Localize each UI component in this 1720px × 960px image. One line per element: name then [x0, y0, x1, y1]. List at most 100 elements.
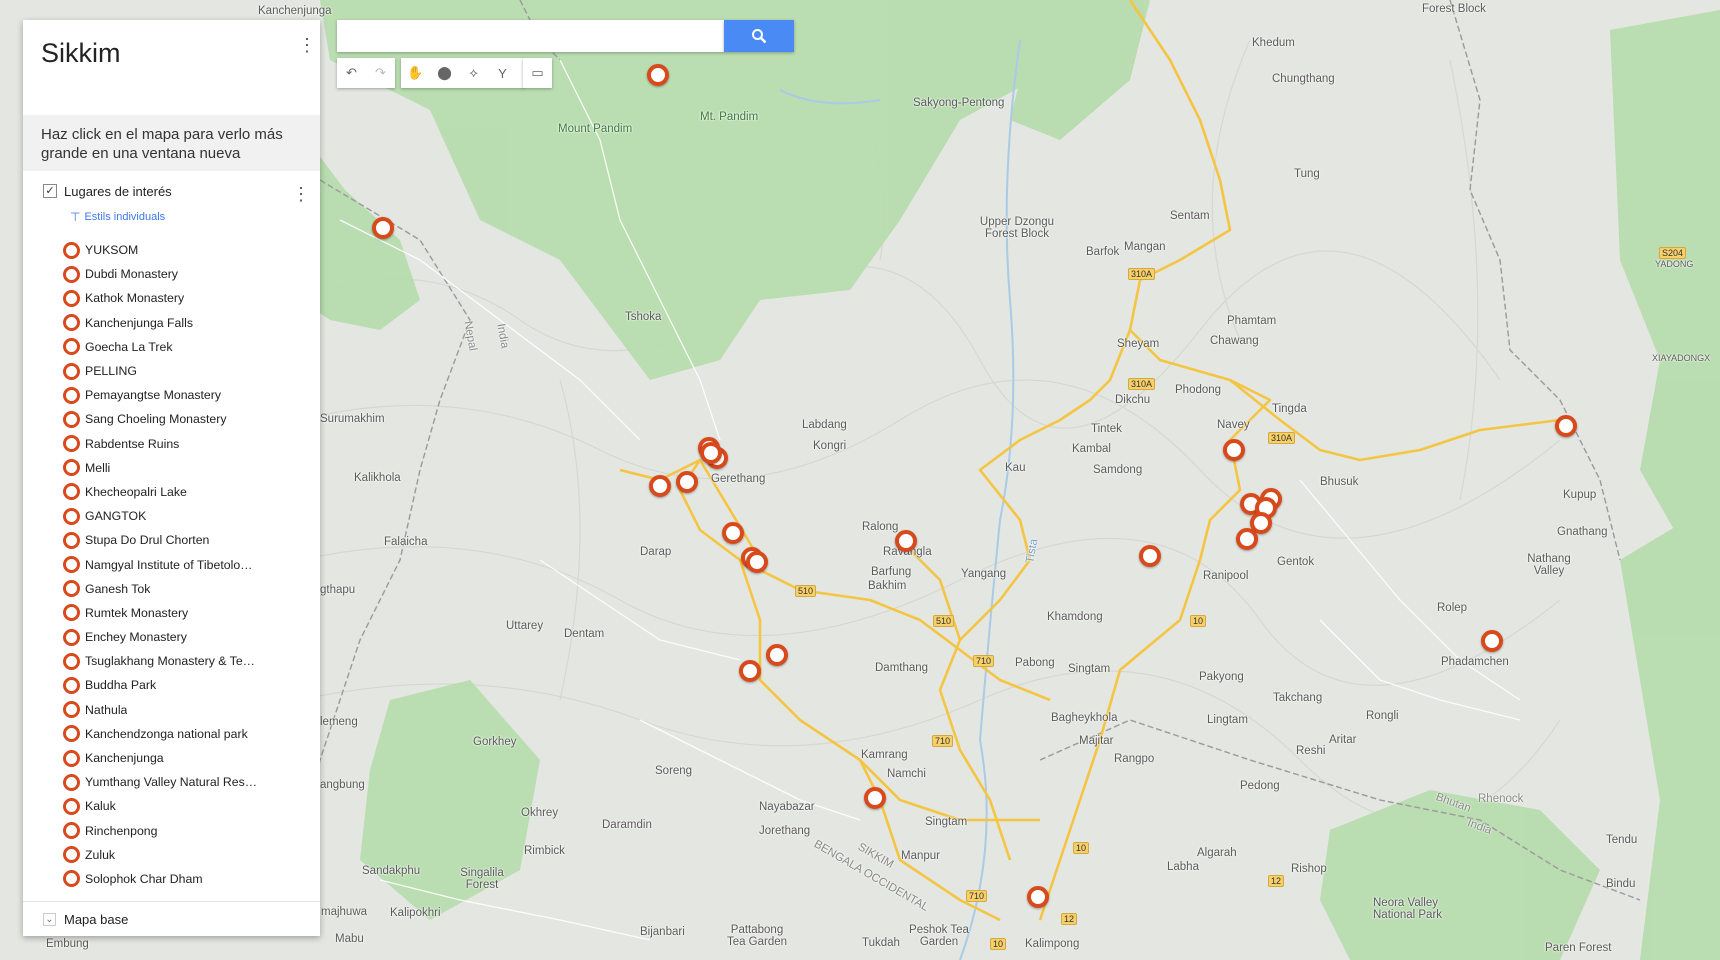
map-marker[interactable] — [1223, 439, 1245, 461]
marker-icon — [63, 483, 80, 501]
marker-icon — [63, 580, 80, 598]
pan-button[interactable]: ✋ — [401, 58, 430, 88]
road-shield: 310A — [1128, 268, 1156, 280]
map-marker[interactable] — [649, 475, 671, 497]
map-marker[interactable] — [864, 787, 886, 809]
place-label: Uttarey — [506, 620, 544, 632]
list-item[interactable]: Khecheopalri Lake — [63, 480, 257, 504]
list-item[interactable]: Enchey Monastery — [63, 625, 257, 649]
map-marker[interactable] — [1236, 528, 1258, 550]
marker-icon — [63, 241, 80, 259]
marker-icon — [63, 604, 80, 622]
place-label: lemeng — [320, 716, 358, 728]
list-item-label: Nathula — [85, 702, 128, 717]
list-item[interactable]: PELLING — [63, 359, 257, 383]
list-item[interactable]: Kathok Monastery — [63, 286, 257, 310]
map-marker[interactable] — [739, 660, 761, 682]
map-marker[interactable] — [1481, 630, 1503, 652]
layer-checkbox[interactable]: ✓ — [43, 184, 57, 198]
list-item[interactable]: Kanchendzonga national park — [63, 722, 257, 746]
list-item-label: Sang Choeling Monastery — [85, 412, 227, 427]
undo-button[interactable]: ↶ — [337, 58, 366, 88]
marker-icon — [63, 531, 80, 549]
list-item[interactable]: Tsuglakhang Monastery & Te… — [63, 649, 257, 673]
list-item[interactable]: Rabdentse Ruins — [63, 432, 257, 456]
map-marker[interactable] — [647, 64, 669, 86]
list-item[interactable]: YUKSOM — [63, 238, 257, 262]
marker-icon — [63, 870, 80, 888]
list-item[interactable]: Namgyal Institute of Tibetolo… — [63, 552, 257, 576]
list-item[interactable]: Sang Choeling Monastery — [63, 407, 257, 431]
map-marker[interactable] — [372, 217, 394, 239]
place-label: Daramdin — [602, 819, 652, 831]
search-input[interactable] — [337, 20, 724, 52]
marker-icon: ⬤ — [437, 65, 452, 80]
add-marker-button[interactable]: ⬤ — [430, 58, 459, 88]
map-marker[interactable] — [746, 551, 768, 573]
list-item[interactable]: Nathula — [63, 698, 257, 722]
place-label: Pedong — [1240, 780, 1280, 792]
list-item[interactable]: Yumthang Valley Natural Res… — [63, 770, 257, 794]
redo-button[interactable]: ↷ — [366, 58, 395, 88]
place-label: Sheyam — [1117, 338, 1160, 350]
list-item[interactable]: Stupa Do Drul Chorten — [63, 528, 257, 552]
place-label: Tingda — [1272, 403, 1307, 415]
open-map-notice[interactable]: Haz click en el mapa para verlo más gran… — [23, 115, 320, 171]
map-marker[interactable] — [722, 522, 744, 544]
list-item[interactable]: Rinchenpong — [63, 819, 257, 843]
place-label: Singtam — [925, 816, 968, 828]
place-label: Gorkhey — [473, 736, 517, 748]
list-item[interactable]: Rumtek Monastery — [63, 601, 257, 625]
directions-icon: Y — [498, 65, 507, 81]
search-button[interactable] — [724, 20, 794, 52]
map-marker[interactable] — [1555, 415, 1577, 437]
list-item[interactable]: Kaluk — [63, 794, 257, 818]
list-item[interactable]: Zuluk — [63, 843, 257, 867]
list-item[interactable]: Dubdi Monastery — [63, 262, 257, 286]
undo-icon: ↶ — [346, 65, 357, 80]
place-label: XIAYADONGX — [1652, 353, 1711, 363]
road-shield: 10 — [1190, 615, 1207, 627]
marker-icon — [63, 386, 80, 404]
layer-options-button[interactable]: ⋮ — [292, 185, 310, 203]
map-marker[interactable] — [1027, 886, 1049, 908]
measure-button[interactable]: ▭ — [523, 58, 552, 88]
list-item[interactable]: Buddha Park — [63, 673, 257, 697]
draw-line-button[interactable]: ⟡ — [459, 58, 488, 88]
place-label: Mangan — [1124, 241, 1166, 253]
marker-icon — [63, 773, 80, 791]
directions-button[interactable]: Y — [488, 58, 517, 88]
list-item[interactable]: Melli — [63, 456, 257, 480]
layer-name[interactable]: Lugares de interés — [64, 184, 172, 199]
place-label: Rimbick — [524, 845, 565, 857]
road-shield: 510 — [933, 615, 955, 627]
list-item[interactable]: Solophok Char Dham — [63, 867, 257, 891]
list-item[interactable]: Kanchenjunga — [63, 746, 257, 770]
marker-icon — [63, 338, 80, 356]
marker-icon — [63, 749, 80, 767]
list-item[interactable]: Pemayangtse Monastery — [63, 383, 257, 407]
place-label: Tukdah — [862, 937, 900, 949]
map-options-button[interactable]: ⋮ — [298, 36, 316, 54]
list-item[interactable]: Kanchenjunga Falls — [63, 311, 257, 335]
map-marker[interactable] — [766, 644, 788, 666]
list-item-label: Khecheopalri Lake — [85, 484, 187, 499]
list-item-label: YUKSOM — [85, 243, 139, 258]
list-item[interactable]: Ganesh Tok — [63, 577, 257, 601]
list-item[interactable]: GANGTOK — [63, 504, 257, 528]
place-label: Okhrey — [521, 807, 559, 819]
place-label: Rishop — [1291, 863, 1327, 875]
basemap-label: Mapa base — [64, 912, 129, 927]
basemap-toggle[interactable]: ⌄ Mapa base — [43, 912, 128, 927]
map-marker[interactable] — [676, 471, 698, 493]
individual-styles-link[interactable]: ⊤ Estils individuals — [70, 210, 165, 224]
measure-toolbar: ▭ — [523, 58, 552, 88]
map-marker[interactable] — [1139, 545, 1161, 567]
place-label: Sentam — [1170, 210, 1210, 222]
list-item-label: Melli — [85, 460, 111, 475]
place-label: Mabu — [335, 933, 364, 945]
place-label: Neora Valley National Park — [1373, 897, 1443, 921]
map-marker[interactable] — [700, 442, 722, 464]
list-item[interactable]: Goecha La Trek — [63, 335, 257, 359]
map-marker[interactable] — [895, 530, 917, 552]
